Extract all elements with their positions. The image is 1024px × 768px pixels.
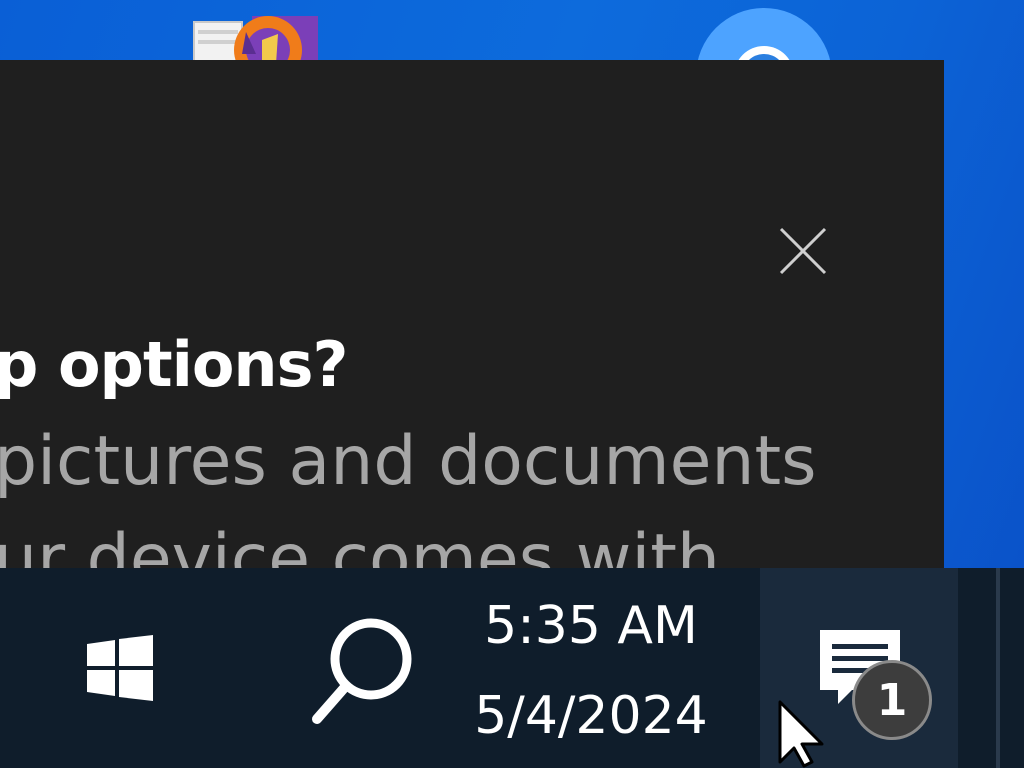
start-button[interactable]: [70, 618, 170, 718]
taskbar: 5:35 AM 5/4/2024 1: [0, 568, 1024, 768]
search-button[interactable]: [294, 604, 428, 738]
mouse-pointer-icon: [778, 700, 824, 768]
dialog-title: p options?: [0, 328, 348, 401]
windows-logo-icon: [87, 635, 153, 701]
clock-date: 5/4/2024: [474, 686, 708, 746]
taskbar-clock[interactable]: 5:35 AM 5/4/2024: [460, 568, 722, 768]
close-button[interactable]: [772, 220, 834, 282]
dialog-body-line-2: ur device comes with: [0, 520, 721, 568]
search-icon: [312, 618, 412, 724]
clock-time: 5:35 AM: [484, 596, 698, 656]
show-desktop-button[interactable]: [996, 568, 1000, 768]
dialog-body-line-1: pictures and documents: [0, 422, 817, 501]
close-icon: [779, 227, 827, 275]
notification-count-badge: 1: [852, 660, 932, 740]
desktop: p options? pictures and documents ur dev…: [0, 0, 1024, 768]
notification-dialog: p options? pictures and documents ur dev…: [0, 60, 944, 568]
